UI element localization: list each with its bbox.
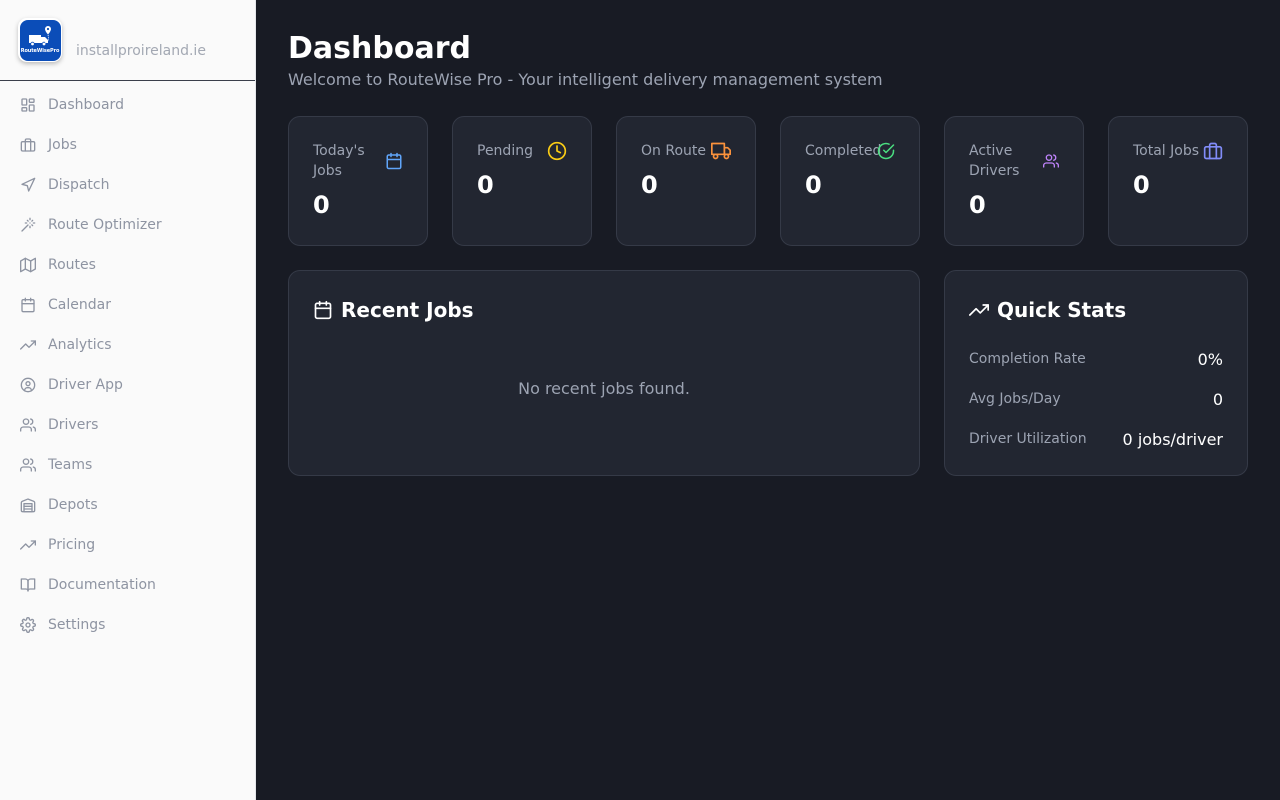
sidebar-nav: Dashboard Jobs Dispatch Route Optimizer … <box>0 85 255 645</box>
sidebar-item-label: Depots <box>48 497 98 513</box>
stat-card-completed: Completed 0 <box>780 116 920 246</box>
truck-icon <box>711 142 731 160</box>
trending-up-icon <box>20 540 36 550</box>
sidebar-item-driver-app[interactable]: Driver App <box>0 365 255 405</box>
truck-pin-icon <box>28 25 51 46</box>
stat-card-on-route: On Route 0 <box>616 116 756 246</box>
book-open-icon <box>20 578 36 592</box>
quick-stats-title: Quick Stats <box>997 298 1127 322</box>
users-icon <box>20 458 36 472</box>
user-circle-icon <box>20 377 36 393</box>
app-logo[interactable]: RouteWisePro <box>18 18 62 62</box>
dashboard-grid-icon <box>21 98 35 112</box>
sidebar-item-documentation[interactable]: Documentation <box>0 565 255 605</box>
calendar-icon <box>21 297 35 313</box>
magic-wand-icon <box>21 217 36 232</box>
users-icon <box>20 418 36 432</box>
quick-stat-label: Avg Jobs/Day <box>969 391 1061 407</box>
stat-value: 0 <box>805 171 822 199</box>
sidebar-item-label: Jobs <box>48 137 77 153</box>
quick-stat-value: 0 jobs/driver <box>1122 429 1223 449</box>
calendar-icon <box>386 152 402 170</box>
send-icon <box>21 177 36 192</box>
sidebar-item-analytics[interactable]: Analytics <box>0 325 255 365</box>
recent-jobs-empty-message: No recent jobs found. <box>518 379 690 398</box>
trending-up-icon <box>20 340 36 350</box>
quick-stat-driver-utilization: Driver Utilization 0 jobs/driver <box>969 427 1223 451</box>
briefcase-icon <box>20 138 36 152</box>
sidebar-item-label: Dashboard <box>48 97 124 113</box>
sidebar-item-dispatch[interactable]: Dispatch <box>0 165 255 205</box>
logo-mark: RouteWisePro <box>19 19 61 61</box>
quick-stat-avg-jobs-day: Avg Jobs/Day 0 <box>969 387 1223 411</box>
sidebar-item-depots[interactable]: Depots <box>0 485 255 525</box>
quick-stat-label: Completion Rate <box>969 351 1086 367</box>
quick-stats-header: Quick Stats <box>969 296 1126 324</box>
stat-label: On Route <box>641 143 706 159</box>
check-circle-icon <box>877 142 895 160</box>
trending-up-icon <box>969 304 989 316</box>
recent-jobs-header: Recent Jobs <box>313 296 474 324</box>
stat-label: Today's Jobs <box>313 143 365 179</box>
sidebar-item-label: Teams <box>48 457 93 473</box>
stat-value: 0 <box>1133 171 1150 199</box>
stat-value: 0 <box>969 191 986 219</box>
stat-label: Pending <box>477 143 533 159</box>
sidebar-item-label: Settings <box>48 617 106 633</box>
stat-card-active-drivers: Active Drivers 0 <box>944 116 1084 246</box>
sidebar-item-dashboard[interactable]: Dashboard <box>0 85 255 125</box>
quick-stat-value: 0 <box>1212 389 1223 409</box>
stat-label: Active Drivers <box>969 143 1020 179</box>
clock-icon <box>547 141 567 161</box>
sidebar-item-route-optimizer[interactable]: Route Optimizer <box>0 205 255 245</box>
sidebar-item-label: Drivers <box>48 417 99 433</box>
gear-icon <box>20 617 36 633</box>
stat-card-pending: Pending 0 <box>452 116 592 246</box>
sidebar-item-calendar[interactable]: Calendar <box>0 285 255 325</box>
sidebar-item-label: Analytics <box>48 337 112 353</box>
stat-value: 0 <box>477 171 494 199</box>
stat-label: Total Jobs <box>1133 143 1200 159</box>
sidebar-item-label: Driver App <box>48 377 123 393</box>
sidebar-item-routes[interactable]: Routes <box>0 245 255 285</box>
workspace-domain: installproireland.ie <box>76 43 206 59</box>
sidebar-item-pricing[interactable]: Pricing <box>0 525 255 565</box>
sidebar-item-label: Dispatch <box>48 177 110 193</box>
sidebar-item-label: Pricing <box>48 537 96 553</box>
sidebar-item-label: Routes <box>48 257 96 273</box>
sidebar: RouteWisePro installproireland.ie Dashbo… <box>0 0 256 800</box>
quick-stat-completion-rate: Completion Rate 0% <box>969 347 1223 371</box>
sidebar-item-label: Documentation <box>48 577 156 593</box>
stat-value: 0 <box>641 171 658 199</box>
briefcase-icon <box>1203 142 1223 160</box>
logo-text: RouteWisePro <box>20 47 60 54</box>
sidebar-item-teams[interactable]: Teams <box>0 445 255 485</box>
sidebar-item-jobs[interactable]: Jobs <box>0 125 255 165</box>
sidebar-item-label: Calendar <box>48 297 111 313</box>
calendar-icon <box>314 300 332 320</box>
main-content: Dashboard Welcome to RouteWise Pro - You… <box>256 0 1280 800</box>
recent-jobs-panel: Recent Jobs No recent jobs found. <box>288 270 920 476</box>
users-icon <box>1043 154 1059 168</box>
quick-stats-panel: Quick Stats Completion Rate 0% Avg Jobs/… <box>944 270 1248 476</box>
map-icon <box>20 257 36 273</box>
sidebar-header: RouteWisePro installproireland.ie <box>0 0 255 81</box>
sidebar-item-settings[interactable]: Settings <box>0 605 255 645</box>
stat-label: Completed <box>805 143 882 159</box>
quick-stat-value: 0% <box>1197 349 1223 369</box>
stat-card-total-jobs: Total Jobs 0 <box>1108 116 1248 246</box>
sidebar-item-drivers[interactable]: Drivers <box>0 405 255 445</box>
warehouse-icon <box>20 498 36 513</box>
quick-stat-label: Driver Utilization <box>969 431 1087 447</box>
page-title: Dashboard <box>288 31 471 66</box>
page-subtitle: Welcome to RouteWise Pro - Your intellig… <box>288 70 883 89</box>
stat-value: 0 <box>313 191 330 219</box>
stat-card-todays-jobs: Today's Jobs 0 <box>288 116 428 246</box>
recent-jobs-title: Recent Jobs <box>341 298 474 322</box>
sidebar-item-label: Route Optimizer <box>48 217 162 233</box>
